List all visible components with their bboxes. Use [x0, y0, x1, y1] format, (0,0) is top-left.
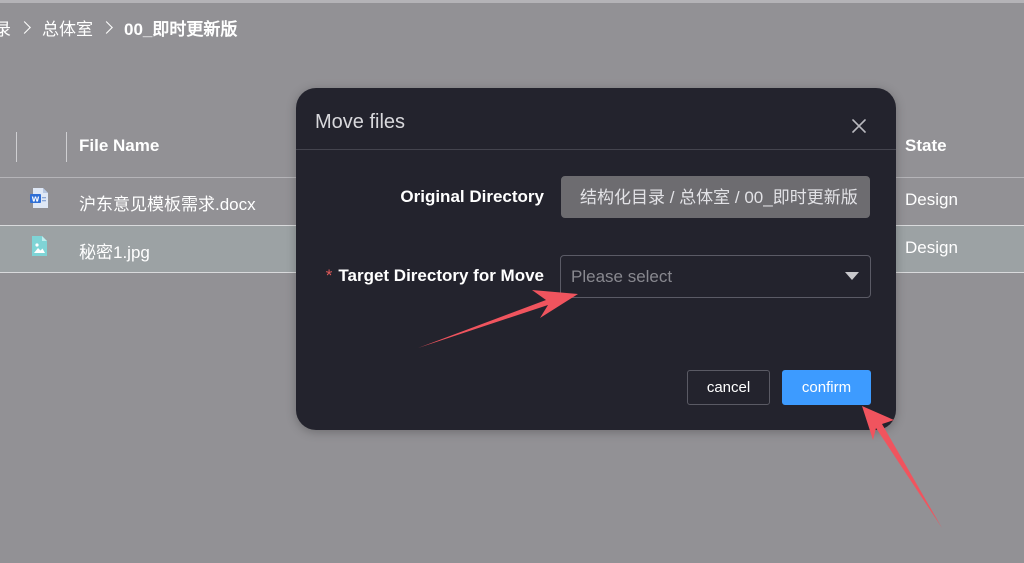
file-name[interactable]: 秘密1.jpg [79, 238, 150, 263]
select-placeholder: Please select [571, 267, 673, 286]
file-state: Design [905, 190, 958, 209]
target-directory-label-text: Target Directory for Move [338, 266, 544, 285]
breadcrumb-item-current: 00_即时更新版 [124, 19, 238, 39]
top-divider [0, 0, 1024, 3]
file-state: Design [905, 238, 958, 257]
chevron-right-icon [100, 20, 113, 34]
original-directory-label: Original Directory [400, 187, 544, 206]
target-directory-label: * Target Directory for Move [316, 266, 544, 286]
move-files-dialog: Move files Original Directory 结构化目录 / 总体… [296, 88, 896, 430]
target-directory-select[interactable]: Please select [560, 255, 871, 298]
column-divider [16, 132, 17, 162]
breadcrumb: 录 总体室 00_即时更新版 [0, 14, 237, 40]
breadcrumb-item-department[interactable]: 总体室 [42, 15, 93, 40]
chevron-right-icon [18, 20, 31, 34]
original-directory-field: 结构化目录 / 总体室 / 00_即时更新版 [561, 176, 870, 218]
confirm-button[interactable]: confirm [782, 370, 871, 405]
caret-down-icon [845, 272, 859, 280]
svg-text:W: W [32, 196, 40, 204]
word-doc-icon: W [30, 188, 48, 208]
close-icon[interactable] [850, 117, 868, 135]
dialog-header-divider [296, 149, 896, 150]
dialog-title: Move files [315, 111, 406, 133]
file-name[interactable]: 沪东意见模板需求.docx [79, 190, 256, 215]
cancel-button[interactable]: cancel [687, 370, 770, 405]
column-divider [66, 132, 67, 162]
required-mark: * [325, 266, 333, 285]
image-file-icon [32, 236, 47, 256]
breadcrumb-item-root[interactable]: 录 [0, 15, 11, 40]
original-directory-value: 结构化目录 / 总体室 / 00_即时更新版 [580, 188, 858, 207]
column-header-file-name[interactable]: File Name [79, 136, 159, 156]
column-header-state[interactable]: State [905, 136, 947, 156]
